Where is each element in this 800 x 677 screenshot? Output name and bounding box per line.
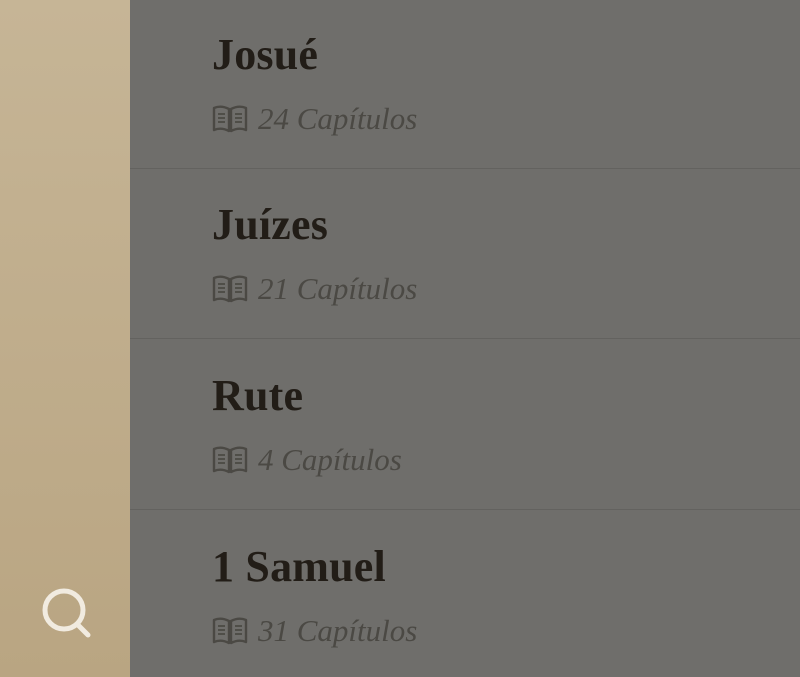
book-list: Josué 24 Capítulos Juízes 21 Capítulos R… (130, 0, 800, 677)
book-item-1-samuel[interactable]: 1 Samuel 31 Capítulos (130, 511, 800, 677)
book-item-rute[interactable]: Rute 4 Capítulos (130, 340, 800, 510)
open-book-icon (212, 275, 248, 303)
app: Josué 24 Capítulos Juízes 21 Capítulos R… (0, 0, 800, 677)
search-icon (42, 588, 91, 638)
book-title: Josué (212, 30, 319, 79)
chapter-count: 4 Capítulos (258, 442, 402, 477)
book-title: 1 Samuel (212, 542, 386, 591)
chapter-count: 31 Capítulos (258, 613, 418, 648)
book-item-josue[interactable]: Josué 24 Capítulos (130, 0, 800, 169)
chapter-info: 24 Capítulos (212, 99, 417, 139)
search-button[interactable] (38, 585, 94, 641)
open-book-icon (212, 105, 248, 133)
chapter-info: 21 Capítulos (212, 269, 417, 309)
book-item-juizes[interactable]: Juízes 21 Capítulos (130, 169, 800, 339)
book-title: Juízes (212, 200, 329, 249)
chapter-info: 31 Capítulos (212, 611, 417, 651)
open-book-icon (212, 446, 248, 474)
chapter-info: 4 Capítulos (212, 440, 402, 480)
chapter-count: 24 Capítulos (258, 101, 418, 136)
book-title: Rute (212, 371, 304, 420)
open-book-icon (212, 617, 248, 645)
sidebar (0, 0, 130, 677)
chapter-count: 21 Capítulos (258, 271, 418, 306)
